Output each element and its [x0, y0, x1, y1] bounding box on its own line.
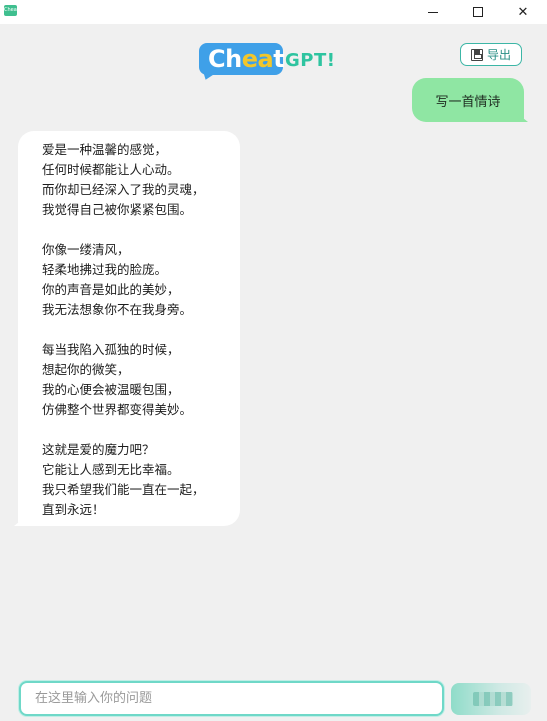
minimize-icon — [428, 11, 438, 13]
send-button[interactable] — [451, 683, 531, 715]
poem-line: 我的心便会被温暖包围， — [42, 382, 180, 397]
poem-stanza: 每当我陷入孤独的时候， 想起你的微笑， 我的心便会被温暖包围， 仿佛整个世界都变得美妙… — [42, 340, 228, 420]
question-input-box[interactable] — [19, 681, 444, 716]
app-icon: Cheat — [4, 5, 19, 16]
question-input[interactable] — [21, 683, 442, 714]
app-logo: Cheat GPT! — [199, 40, 339, 76]
close-button[interactable]: ✕ — [500, 0, 546, 24]
poem-line: 你像一缕清风， — [42, 242, 130, 257]
user-message-text: 写一首情诗 — [435, 94, 501, 110]
poem-line: 而你却已经深入了我的灵魂， — [42, 182, 205, 197]
maximize-button[interactable] — [455, 0, 501, 24]
poem-line: 我觉得自己被你紧紧包围。 — [42, 202, 193, 217]
export-label: 导出 — [486, 48, 511, 62]
logo-word-highlight: ea — [241, 45, 274, 73]
poem-stanza: 爱是一种温馨的感觉， 任何时候都能让人心动。而你却已经深入了我的灵魂， 我觉得自己被… — [42, 140, 228, 220]
logo-suffix: GPT! — [285, 50, 336, 71]
poem-line: 每当我陷入孤独的时候， — [42, 342, 180, 357]
close-icon: ✕ — [517, 4, 529, 20]
poem-line: 它能让人感到无比幸福。 — [42, 462, 180, 477]
logo-word-start: Ch — [208, 45, 242, 73]
poem-line: 直到永远！ — [42, 502, 105, 517]
poem-line: 想起你的微笑， — [42, 362, 130, 377]
poem-line: 我只希望我们能一直在一起， — [42, 482, 205, 497]
poem-line: 你的声音是如此的美妙， — [42, 282, 180, 297]
maximize-icon — [473, 7, 483, 17]
user-message-bubble: 写一首情诗 — [412, 78, 528, 122]
poem-line: 仿佛整个世界都变得美妙。 — [42, 402, 193, 417]
poem-line: 爱是一种温馨的感觉， — [42, 142, 168, 157]
poem-line: 轻柔地拂过我的脸庞。 — [42, 262, 168, 277]
logo-word-end: t — [273, 45, 285, 73]
title-bar: Cheat ✕ — [0, 0, 547, 24]
send-button-label-obscured — [473, 692, 513, 706]
poem-line: 这就是爱的魔力吧？ — [42, 442, 155, 457]
logo-word: Cheat — [208, 43, 285, 75]
save-icon — [470, 48, 483, 61]
poem-line: 我无法想象你不在我身旁。 — [42, 302, 193, 317]
export-button[interactable]: 导出 — [460, 43, 522, 66]
poem-stanza: 你像一缕清风， 轻柔地拂过我的脸庞。 你的声音是如此的美妙， 我无法想象你不在我身旁。 — [42, 240, 228, 320]
poem-stanza: 这就是爱的魔力吧？ 它能让人感到无比幸福。我只希望我们能一直在一起， 直到永远！ — [42, 440, 228, 520]
poem-line: 任何时候都能让人心动。 — [42, 162, 180, 177]
bot-message-bubble: 爱是一种温馨的感觉， 任何时候都能让人心动。而你却已经深入了我的灵魂， 我觉得自己被… — [14, 131, 240, 526]
minimize-button[interactable] — [410, 0, 456, 24]
